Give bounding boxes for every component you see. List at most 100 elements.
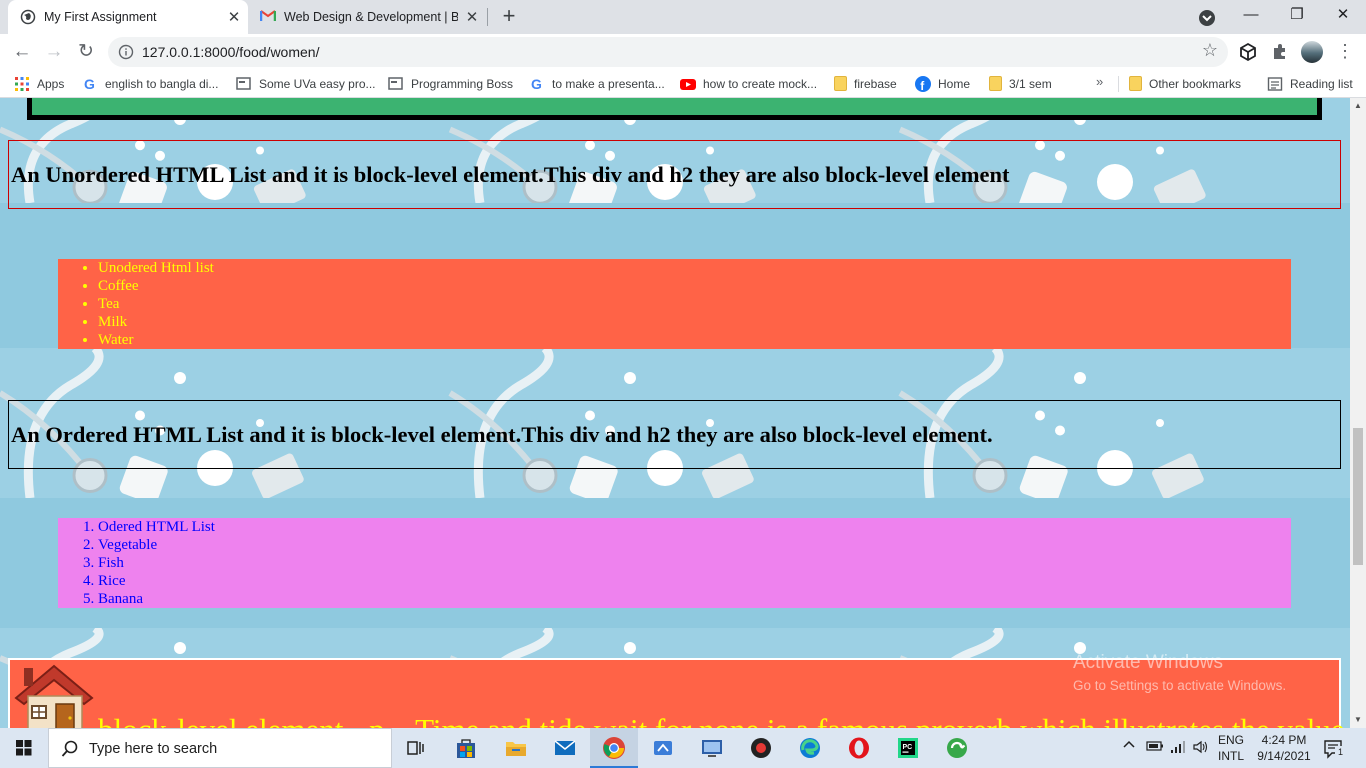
activate-windows-title: Activate Windows: [1073, 652, 1223, 673]
bookmark-english-to-bangla[interactable]: G english to bangla di...: [82, 70, 218, 97]
bookmark-label: Some UVa easy pro...: [259, 76, 376, 91]
bookmark-label: Apps: [37, 76, 65, 91]
pill-icon: [624, 642, 636, 654]
close-window-button[interactable]: ✕: [1320, 0, 1366, 32]
screen-recorder-icon[interactable]: [737, 728, 785, 768]
list-item: Fish: [98, 554, 1291, 572]
extension-cube-icon[interactable]: [1238, 42, 1258, 62]
clock[interactable]: 4:24 PM 9/14/2021: [1250, 732, 1318, 764]
language-indicator[interactable]: ENG INTL: [1218, 732, 1244, 764]
more-bookmarks-icon[interactable]: »: [1096, 74, 1103, 89]
address-bar[interactable]: 127.0.0.1:8000/food/women/ ☆: [108, 37, 1228, 67]
browser-toolbar: ← → ↻ 127.0.0.1:8000/food/women/ ☆ ⋮: [0, 34, 1366, 70]
bookmark-label: how to create mock...: [703, 76, 818, 91]
reading-list[interactable]: Reading list: [1267, 70, 1353, 97]
list-item: Coffee: [98, 277, 1291, 295]
svg-text:PC: PC: [903, 744, 913, 751]
bookmark-separator: [1118, 76, 1119, 92]
bookmark-label: Other bookmarks: [1149, 76, 1242, 91]
forward-icon[interactable]: →: [40, 38, 68, 66]
unordered-list-box: Unodered Html list Coffee Tea Milk Water: [58, 259, 1291, 349]
bookmark-programming-boss[interactable]: Programming Boss: [388, 70, 513, 97]
search-icon: [61, 740, 79, 763]
tab-search-icon[interactable]: [1197, 8, 1217, 28]
new-tab-button[interactable]: +: [497, 4, 521, 30]
taskbar-search-input[interactable]: Type here to search: [48, 728, 392, 768]
url-text: 127.0.0.1:8000/food/women/: [142, 44, 320, 60]
microsoft-store-icon[interactable]: [442, 728, 490, 768]
close-tab-icon[interactable]: ✕: [220, 8, 248, 26]
minimize-button[interactable]: —: [1228, 0, 1274, 32]
bookmark-presentation[interactable]: G to make a presenta...: [529, 70, 665, 97]
site-info-icon[interactable]: [118, 44, 134, 60]
chevron-up-icon[interactable]: [1123, 739, 1135, 754]
page-scrollbar[interactable]: ▲ ▼: [1350, 98, 1366, 728]
reload-icon[interactable]: ↻: [72, 38, 100, 66]
list-item: Banana: [98, 590, 1291, 608]
battery-icon[interactable]: [1146, 740, 1164, 755]
ordered-heading-box: An Ordered HTML List and it is block-lev…: [8, 400, 1341, 469]
bookmark-other[interactable]: Other bookmarks: [1129, 70, 1241, 97]
scroll-down-arrow-icon[interactable]: ▼: [1350, 712, 1366, 728]
list-item: Tea: [98, 295, 1291, 313]
facebook-icon: f: [915, 75, 931, 93]
folder-icon: [989, 76, 1002, 91]
close-tab-icon[interactable]: ✕: [458, 8, 486, 26]
unordered-list: Unodered Html list Coffee Tea Milk Water: [58, 259, 1291, 349]
unordered-heading: An Unordered HTML List and it is block-l…: [11, 162, 1010, 187]
clock-time: 4:24 PM: [1261, 733, 1307, 747]
keyboard-layout-text: INTL: [1218, 749, 1245, 763]
tab-my-first-assignment[interactable]: My First Assignment ✕: [8, 0, 248, 34]
restore-button[interactable]: ❐: [1274, 0, 1320, 32]
bookmark-label: english to bangla di...: [105, 76, 219, 91]
green-block-box: [27, 98, 1322, 120]
profile-avatar[interactable]: [1301, 41, 1323, 63]
list-item: Milk: [98, 313, 1291, 331]
page-icon: [236, 76, 252, 92]
volume-icon[interactable]: [1192, 739, 1208, 758]
file-explorer-icon[interactable]: [492, 728, 540, 768]
extensions-puzzle-icon[interactable]: [1270, 42, 1290, 62]
bookmark-firebase[interactable]: firebase: [834, 70, 897, 97]
tab-separator: [487, 8, 488, 26]
scroll-up-arrow-icon[interactable]: ▲: [1350, 98, 1366, 114]
app-icon-blue[interactable]: [639, 728, 687, 768]
gmail-icon: [259, 9, 277, 25]
apps-grid-icon: [14, 76, 30, 92]
bookmark-label: firebase: [854, 76, 897, 91]
unordered-heading-box: An Unordered HTML List and it is block-l…: [8, 140, 1341, 209]
folder-icon: [834, 76, 847, 91]
edge-icon[interactable]: [786, 728, 834, 768]
virtual-machine-icon[interactable]: [688, 728, 736, 768]
list-item: Vegetable: [98, 536, 1291, 554]
bookmark-home[interactable]: f Home: [915, 70, 970, 97]
tab-strip: My First Assignment ✕ Web Design & Devel…: [0, 0, 1366, 34]
notification-center-icon[interactable]: 1: [1322, 738, 1346, 760]
clock-date: 9/14/2021: [1257, 749, 1311, 763]
bookmark-label: Programming Boss: [411, 76, 514, 91]
bookmark-mock[interactable]: how to create mock...: [680, 70, 817, 97]
activate-windows-watermark: Activate Windows Go to Settings to activ…: [1073, 652, 1286, 696]
house-icon: [10, 660, 96, 728]
pill-icon: [1074, 372, 1086, 384]
scroll-thumb[interactable]: [1353, 428, 1363, 565]
ordered-list-box: Odered HTML List Vegetable Fish Rice Ban…: [58, 518, 1291, 608]
network-signal-icon[interactable]: [1170, 740, 1186, 757]
bookmark-3-1-sem[interactable]: 3/1 sem: [989, 70, 1052, 97]
pycharm-icon[interactable]: PC: [884, 728, 932, 768]
bookmark-star-icon[interactable]: ☆: [1202, 40, 1218, 61]
windows-start-icon[interactable]: [0, 728, 48, 768]
bookmark-apps[interactable]: Apps: [14, 70, 64, 97]
chrome-taskbar-icon[interactable]: [590, 728, 638, 768]
back-icon[interactable]: ←: [8, 38, 36, 66]
svg-text:G: G: [531, 76, 542, 92]
task-view-icon[interactable]: [392, 728, 440, 768]
tab-web-design[interactable]: Web Design & Development | Ba ✕: [250, 0, 486, 34]
globe-icon: [20, 9, 36, 25]
mail-icon[interactable]: [541, 728, 589, 768]
menu-dots-icon[interactable]: ⋮: [1336, 38, 1354, 64]
green-app-icon[interactable]: [933, 728, 981, 768]
opera-icon[interactable]: [835, 728, 883, 768]
bookmark-uva-problems[interactable]: Some UVa easy pro...: [236, 70, 376, 97]
search-placeholder: Type here to search: [89, 741, 218, 757]
